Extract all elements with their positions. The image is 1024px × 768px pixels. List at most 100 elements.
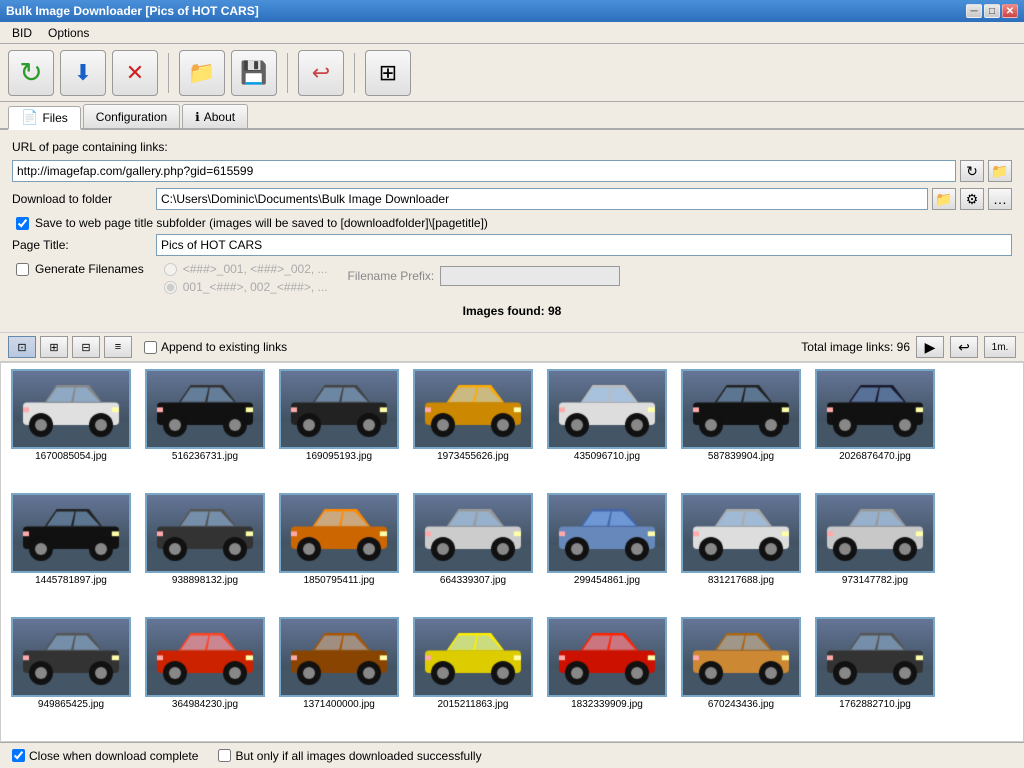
folder-input[interactable]: [156, 188, 928, 210]
folder-more-button[interactable]: …: [988, 188, 1012, 210]
gallery-item[interactable]: 516236731.jpg: [141, 369, 269, 487]
tab-about[interactable]: ℹ About: [182, 104, 248, 128]
generate-filenames-label: Generate Filenames: [35, 262, 144, 276]
append-links-checkbox[interactable]: [144, 341, 157, 354]
gallery-item[interactable]: 973147782.jpg: [811, 493, 939, 611]
gallery-scroll[interactable]: 1670085054.jpg 516236731.jpg169095193.jpg…: [1, 363, 1023, 741]
gallery-item[interactable]: 831217688.jpg: [677, 493, 805, 611]
thumbnail-label: 1670085054.jpg: [35, 451, 107, 462]
gallery-item[interactable]: 1850795411.jpg: [275, 493, 403, 611]
play-button[interactable]: ▶: [916, 336, 944, 358]
gallery-item[interactable]: 670243436.jpg: [677, 617, 805, 735]
url-folder-button[interactable]: 📁: [988, 160, 1012, 182]
thumbnail-canvas: [413, 369, 533, 449]
gallery-item[interactable]: 938898132.jpg: [141, 493, 269, 611]
url-refresh-button[interactable]: ↻: [960, 160, 984, 182]
refresh-button[interactable]: ↻: [8, 50, 54, 96]
thumbnail-image: [681, 493, 801, 573]
folder-icon: 📁: [188, 60, 215, 86]
thumbnail-image: [279, 617, 399, 697]
folder-browse-button[interactable]: 📁: [932, 188, 956, 210]
gallery-item[interactable]: 1832339909.jpg: [543, 617, 671, 735]
thumbnail-canvas: [681, 369, 801, 449]
main-content: URL of page containing links: ↻ 📁 Downlo…: [0, 130, 1024, 332]
filename-prefix-label: Filename Prefix:: [348, 269, 435, 283]
thumbnail-image: [279, 493, 399, 573]
gallery-item[interactable]: 1762882710.jpg: [811, 617, 939, 735]
url-input[interactable]: [12, 160, 956, 182]
thumbnail-canvas: [279, 493, 399, 573]
view-list-button[interactable]: ≡: [104, 336, 132, 358]
gallery-item[interactable]: 364984230.jpg: [141, 617, 269, 735]
tab-configuration[interactable]: Configuration: [83, 104, 180, 128]
refresh-icon: ↻: [19, 56, 42, 89]
close-button[interactable]: ✕: [1002, 4, 1018, 18]
gallery-item[interactable]: 1371400000.jpg: [275, 617, 403, 735]
gallery-item[interactable]: 2026876470.jpg: [811, 369, 939, 487]
view-medium-button[interactable]: ⊞: [40, 336, 68, 358]
thumbnail-image: [11, 617, 131, 697]
thumbnail-image: [11, 493, 131, 573]
revert-button[interactable]: ↩: [298, 50, 344, 96]
thumbnail-image: [547, 617, 667, 697]
gallery-item[interactable]: 664339307.jpg: [409, 493, 537, 611]
view-small-button[interactable]: ⊟: [72, 336, 100, 358]
thumbnail-image: [413, 493, 533, 573]
gallery-item[interactable]: 1445781897.jpg: [7, 493, 135, 611]
folder-label: Download to folder: [12, 192, 152, 206]
save-subfolder-label: Save to web page title subfolder (images…: [35, 216, 488, 230]
gallery-item[interactable]: 435096710.jpg: [543, 369, 671, 487]
close-when-done-checkbox[interactable]: [12, 749, 25, 762]
radio-option2[interactable]: [164, 281, 177, 294]
only-if-all-checkbox[interactable]: [218, 749, 231, 762]
view-large-button[interactable]: ⊡: [8, 336, 36, 358]
about-tab-label: About: [204, 110, 235, 124]
generate-filenames-checkbox[interactable]: [16, 263, 29, 276]
url-label: URL of page containing links:: [12, 140, 168, 154]
folder-action-button[interactable]: ⚙: [960, 188, 984, 210]
large-view-icon: ⊡: [17, 341, 26, 354]
thumbnail-image: [145, 369, 265, 449]
cancel-button[interactable]: ✕: [112, 50, 158, 96]
thumbnail-label: 1371400000.jpg: [303, 699, 375, 710]
save-subfolder-checkbox[interactable]: [16, 217, 29, 230]
bottom-bar: Close when download complete But only if…: [0, 742, 1024, 768]
thumbnail-canvas: [815, 493, 935, 573]
page-title-input[interactable]: [156, 234, 1012, 256]
radio-option1[interactable]: [164, 263, 177, 276]
save-button[interactable]: 💾: [231, 50, 277, 96]
filename-prefix-input[interactable]: [440, 266, 620, 286]
thumbnail-label: 2026876470.jpg: [839, 451, 911, 462]
gallery-item[interactable]: 2015211863.jpg: [409, 617, 537, 735]
thumbnail-label: 973147782.jpg: [842, 575, 908, 586]
menu-bid[interactable]: BID: [4, 24, 40, 42]
open-folder-button[interactable]: 📁: [179, 50, 225, 96]
toolbar-separator2: [287, 53, 288, 93]
gallery-item[interactable]: 949865425.jpg: [7, 617, 135, 735]
thumbnail-image: [815, 493, 935, 573]
maximize-button[interactable]: □: [984, 4, 1000, 18]
thumbnail-label: 299454861.jpg: [574, 575, 640, 586]
back-button[interactable]: ↩: [950, 336, 978, 358]
menu-options[interactable]: Options: [40, 24, 97, 42]
close-when-done-option: Close when download complete: [12, 749, 198, 763]
grid-button[interactable]: ⊞: [365, 50, 411, 96]
download-button[interactable]: ⬇: [60, 50, 106, 96]
thumbnail-image: [279, 369, 399, 449]
tab-files[interactable]: 📄 Files: [8, 106, 81, 130]
radio-option1-label: <###>_001, <###>_002, ...: [183, 262, 328, 276]
thumbnail-label: 2015211863.jpg: [438, 699, 509, 710]
gallery-item[interactable]: 299454861.jpg: [543, 493, 671, 611]
thumbnail-label: 435096710.jpg: [574, 451, 640, 462]
gallery-item[interactable]: 587839904.jpg: [677, 369, 805, 487]
thumbnail-image: [815, 617, 935, 697]
gallery-item[interactable]: 1670085054.jpg: [7, 369, 135, 487]
thumbnail-canvas: [145, 493, 265, 573]
thumbnail-label: 664339307.jpg: [440, 575, 506, 586]
gallery-item[interactable]: 169095193.jpg: [275, 369, 403, 487]
thumbnail-image: [681, 369, 801, 449]
thumbnail-label: 1445781897.jpg: [35, 575, 107, 586]
minimize-button[interactable]: ─: [966, 4, 982, 18]
gallery-item[interactable]: 1973455626.jpg: [409, 369, 537, 487]
thumbnail-canvas: [547, 493, 667, 573]
